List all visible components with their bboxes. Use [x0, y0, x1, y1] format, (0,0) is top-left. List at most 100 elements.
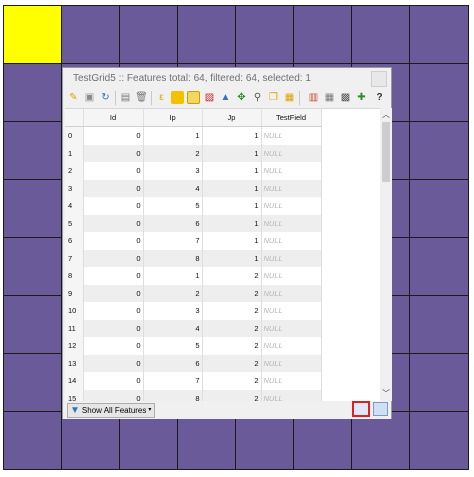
- cell-id[interactable]: 0: [83, 197, 144, 215]
- cell-jp[interactable]: 1: [202, 197, 262, 215]
- row-header[interactable]: 4: [65, 197, 84, 215]
- select-all-features-icon[interactable]: [171, 91, 184, 104]
- row-header[interactable]: 7: [65, 249, 84, 267]
- title-bar[interactable]: TestGrid5 :: Features total: 64, filtere…: [63, 68, 391, 88]
- row-header[interactable]: 12: [65, 337, 84, 355]
- cell-ip[interactable]: 6: [143, 214, 203, 232]
- table-row[interactable]: 12 0 5 2 NULL: [65, 337, 380, 355]
- cell-ip[interactable]: 5: [143, 337, 203, 355]
- cell-jp[interactable]: 2: [202, 267, 262, 285]
- cell-id[interactable]: 0: [83, 232, 144, 250]
- row-header[interactable]: 0: [65, 126, 84, 145]
- table-row[interactable]: 10 0 3 2 NULL: [65, 302, 380, 320]
- cell-testfield[interactable]: NULL: [261, 144, 322, 162]
- row-header[interactable]: 13: [65, 354, 84, 372]
- cell-id[interactable]: 0: [83, 214, 144, 232]
- row-header[interactable]: 9: [65, 284, 84, 302]
- column-header-testfield[interactable]: TestField: [261, 109, 322, 127]
- cell-id[interactable]: 0: [83, 337, 144, 355]
- cell-ip[interactable]: 3: [143, 302, 203, 320]
- table-row[interactable]: 9 0 2 2 NULL: [65, 284, 380, 302]
- cell-id[interactable]: 0: [83, 319, 144, 337]
- cell-ip[interactable]: 7: [143, 232, 203, 250]
- cell-id[interactable]: 0: [83, 144, 144, 162]
- cell-testfield[interactable]: NULL: [261, 302, 322, 320]
- cell-jp[interactable]: 2: [202, 319, 262, 337]
- cell-id[interactable]: 0: [83, 267, 144, 285]
- pencil-icon[interactable]: ✎: [67, 91, 80, 104]
- table-row[interactable]: 6 0 7 1 NULL: [65, 232, 380, 250]
- table-row[interactable]: 4 0 5 1 NULL: [65, 197, 380, 215]
- table-row[interactable]: 7 0 8 1 NULL: [65, 249, 380, 267]
- close-button[interactable]: [371, 71, 387, 87]
- row-header[interactable]: 6: [65, 232, 84, 250]
- cell-testfield[interactable]: NULL: [261, 284, 322, 302]
- cell-jp[interactable]: 1: [202, 144, 262, 162]
- cell-testfield[interactable]: NULL: [261, 232, 322, 250]
- cell-jp[interactable]: 1: [202, 179, 262, 197]
- conditional-formatting-icon[interactable]: ✚: [355, 91, 368, 104]
- row-header[interactable]: 5: [65, 214, 84, 232]
- cell-testfield[interactable]: NULL: [261, 267, 322, 285]
- cell-testfield[interactable]: NULL: [261, 179, 322, 197]
- cell-testfield[interactable]: NULL: [261, 372, 322, 390]
- cell-ip[interactable]: 2: [143, 144, 203, 162]
- select-expression-icon[interactable]: ε: [155, 91, 168, 104]
- cell-testfield[interactable]: NULL: [261, 197, 322, 215]
- row-header[interactable]: 1: [65, 144, 84, 162]
- cell-id[interactable]: 0: [83, 179, 144, 197]
- row-header[interactable]: 8: [65, 267, 84, 285]
- cell-ip[interactable]: 7: [143, 372, 203, 390]
- cell-jp[interactable]: 2: [202, 302, 262, 320]
- cell-ip[interactable]: 1: [143, 267, 203, 285]
- cell-id[interactable]: 0: [83, 372, 144, 390]
- table-row[interactable]: 14 0 7 2 NULL: [65, 372, 380, 390]
- cell-testfield[interactable]: NULL: [261, 162, 322, 180]
- table-row[interactable]: 13 0 6 2 NULL: [65, 354, 380, 372]
- row-header[interactable]: 3: [65, 179, 84, 197]
- row-header[interactable]: 11: [65, 319, 84, 337]
- form-view-button[interactable]: [352, 401, 370, 417]
- scroll-down-icon[interactable]: ﹀: [380, 389, 392, 399]
- deselect-icon[interactable]: ▨: [203, 91, 216, 104]
- vertical-scrollbar[interactable]: ︿ ﹀: [380, 108, 392, 401]
- cell-ip[interactable]: 3: [143, 162, 203, 180]
- select-all-icon[interactable]: ▤: [119, 91, 132, 104]
- show-all-features-button[interactable]: ▼ Show All Features ▾: [67, 403, 156, 418]
- new-field-icon[interactable]: ▥: [307, 91, 320, 104]
- table-row[interactable]: 0 0 1 1 NULL: [65, 126, 380, 145]
- cell-testfield[interactable]: NULL: [261, 214, 322, 232]
- cell-testfield[interactable]: NULL: [261, 337, 322, 355]
- row-header[interactable]: 2: [65, 162, 84, 180]
- cell-testfield[interactable]: NULL: [261, 354, 322, 372]
- cell-ip[interactable]: 4: [143, 319, 203, 337]
- cell-testfield[interactable]: NULL: [261, 126, 322, 145]
- cell-jp[interactable]: 1: [202, 126, 262, 145]
- column-header-ip[interactable]: Ip: [143, 109, 203, 127]
- corner-header[interactable]: [65, 109, 84, 127]
- table-row[interactable]: 3 0 4 1 NULL: [65, 179, 380, 197]
- cell-jp[interactable]: 1: [202, 232, 262, 250]
- table-row[interactable]: 8 0 1 2 NULL: [65, 267, 380, 285]
- column-header-id[interactable]: Id: [83, 109, 144, 127]
- cell-jp[interactable]: 2: [202, 284, 262, 302]
- cell-jp[interactable]: 2: [202, 337, 262, 355]
- cell-id[interactable]: 0: [83, 162, 144, 180]
- copy-icon[interactable]: ❐: [267, 91, 280, 104]
- cell-id[interactable]: 0: [83, 284, 144, 302]
- table-row[interactable]: 5 0 6 1 NULL: [65, 214, 380, 232]
- cell-id[interactable]: 0: [83, 302, 144, 320]
- row-header[interactable]: 10: [65, 302, 84, 320]
- cell-id[interactable]: 0: [83, 249, 144, 267]
- cell-ip[interactable]: 5: [143, 197, 203, 215]
- cell-ip[interactable]: 4: [143, 179, 203, 197]
- save-icon[interactable]: ▣: [83, 91, 96, 104]
- cell-jp[interactable]: 2: [202, 354, 262, 372]
- table-row[interactable]: 1 0 2 1 NULL: [65, 144, 380, 162]
- field-calculator-icon[interactable]: ▩: [339, 91, 352, 104]
- refresh-icon[interactable]: ↻: [99, 91, 112, 104]
- cell-ip[interactable]: 1: [143, 126, 203, 145]
- cell-testfield[interactable]: NULL: [261, 319, 322, 337]
- cell-ip[interactable]: 2: [143, 284, 203, 302]
- pan-to-selection-icon[interactable]: ✥: [235, 91, 248, 104]
